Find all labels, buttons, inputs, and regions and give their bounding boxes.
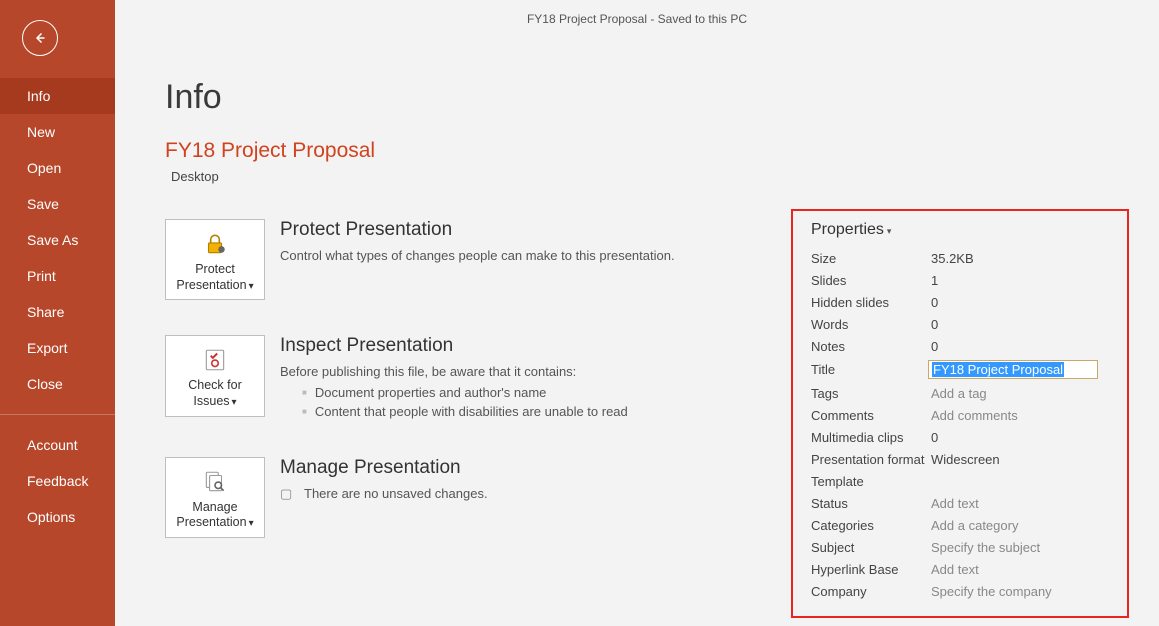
prop-value: 0 — [931, 339, 938, 354]
prop-label: Multimedia clips — [811, 430, 931, 445]
chevron-down-icon: ▾ — [232, 397, 237, 410]
prop-label: Slides — [811, 273, 931, 288]
prop-label: Tags — [811, 386, 931, 401]
prop-value-placeholder[interactable]: Add text — [931, 496, 979, 511]
nav-item-close[interactable]: Close — [0, 366, 115, 402]
prop-label: Notes — [811, 339, 931, 354]
prop-row-comments: CommentsAdd comments — [811, 404, 1115, 426]
prop-label: Hyperlink Base — [811, 562, 931, 577]
protect-title: Protect Presentation — [280, 219, 675, 241]
nav-item-export[interactable]: Export — [0, 330, 115, 366]
back-button[interactable] — [22, 20, 58, 56]
document-title: FY18 Project Proposal — [165, 139, 1159, 163]
chevron-down-icon: ▾ — [249, 281, 254, 294]
prop-value: 0 — [931, 430, 938, 445]
document-search-icon — [170, 468, 260, 496]
manage-presentation-button[interactable]: Manage Presentation▾ — [165, 457, 265, 538]
prop-value-placeholder[interactable]: Specify the subject — [931, 540, 1040, 555]
prop-row-status: StatusAdd text — [811, 492, 1115, 514]
nav-item-account[interactable]: Account — [0, 427, 115, 463]
prop-value: Widescreen — [931, 452, 1000, 467]
prop-row-hidden-slides: Hidden slides0 — [811, 291, 1115, 313]
nav-item-info[interactable]: Info — [0, 78, 115, 114]
prop-row-template: Template — [811, 470, 1115, 492]
prop-row-multimedia-clips: Multimedia clips0 — [811, 426, 1115, 448]
nav-item-feedback[interactable]: Feedback — [0, 463, 115, 499]
prop-row-words: Words0 — [811, 313, 1115, 335]
nav-divider — [0, 414, 115, 415]
prop-row-title: TitleFY18 Project Proposal — [811, 357, 1115, 382]
prop-value: 0 — [931, 295, 938, 310]
prop-label: Comments — [811, 408, 931, 423]
inspect-desc: Before publishing this file, be aware th… — [280, 363, 628, 382]
prop-label: Subject — [811, 540, 931, 555]
properties-panel: Properties▾ Size35.2KBSlides1Hidden slid… — [791, 209, 1129, 618]
prop-label: Size — [811, 251, 931, 266]
nav-item-saveas[interactable]: Save As — [0, 222, 115, 258]
prop-row-presentation-format: Presentation formatWidescreen — [811, 448, 1115, 470]
title-input[interactable]: FY18 Project Proposal — [928, 360, 1098, 379]
prop-row-notes: Notes0 — [811, 335, 1115, 357]
prop-value-placeholder[interactable]: Add a category — [931, 518, 1018, 533]
nav-item-save[interactable]: Save — [0, 186, 115, 222]
inspect-bullet: Content that people with disabilities ar… — [302, 403, 628, 422]
prop-value: 35.2KB — [931, 251, 974, 266]
nav-item-print[interactable]: Print — [0, 258, 115, 294]
prop-label: Status — [811, 496, 931, 511]
nav-item-options[interactable]: Options — [0, 499, 115, 535]
prop-value-placeholder[interactable]: Add text — [931, 562, 979, 577]
prop-row-size: Size35.2KB — [811, 247, 1115, 269]
lock-icon — [170, 230, 260, 258]
prop-row-categories: CategoriesAdd a category — [811, 514, 1115, 536]
checklist-icon — [170, 346, 260, 374]
nav-item-new[interactable]: New — [0, 114, 115, 150]
window-titlebar: FY18 Project Proposal - Saved to this PC — [115, 0, 1159, 26]
prop-label: Categories — [811, 518, 931, 533]
save-status: Saved to this PC — [658, 12, 747, 26]
prop-value-placeholder[interactable]: Add comments — [931, 408, 1018, 423]
chevron-down-icon: ▾ — [887, 226, 892, 236]
backstage-main: FY18 Project Proposal - Saved to this PC… — [115, 0, 1159, 626]
inspect-title: Inspect Presentation — [280, 335, 628, 357]
prop-value-placeholder[interactable]: Specify the company — [931, 584, 1052, 599]
chevron-down-icon: ▾ — [249, 518, 254, 531]
properties-dropdown[interactable]: Properties▾ — [811, 221, 1115, 239]
check-for-issues-button[interactable]: Check for Issues▾ — [165, 335, 265, 416]
document-location: Desktop — [171, 169, 1159, 184]
nav-item-open[interactable]: Open — [0, 150, 115, 186]
prop-row-subject: SubjectSpecify the subject — [811, 536, 1115, 558]
manage-title: Manage Presentation — [280, 457, 488, 479]
prop-value: 1 — [931, 273, 938, 288]
nav-item-share[interactable]: Share — [0, 294, 115, 330]
prop-value: 0 — [931, 317, 938, 332]
prop-row-slides: Slides1 — [811, 269, 1115, 291]
backstage-sidebar: InfoNewOpenSaveSave AsPrintShareExportCl… — [0, 0, 115, 626]
protect-presentation-button[interactable]: Protect Presentation▾ — [165, 219, 265, 300]
prop-row-company: CompanySpecify the company — [811, 580, 1115, 602]
prop-label: Title — [811, 362, 931, 377]
prop-label: Presentation format — [811, 452, 931, 467]
inspect-bullet-list: Document properties and author's nameCon… — [280, 384, 628, 422]
prop-label: Words — [811, 317, 931, 332]
page-heading: Info — [165, 78, 1159, 117]
prop-row-hyperlink-base: Hyperlink BaseAdd text — [811, 558, 1115, 580]
prop-value-placeholder[interactable]: Add a tag — [931, 386, 987, 401]
document-icon: ▢ — [280, 485, 296, 504]
arrow-left-icon — [31, 29, 49, 47]
prop-row-tags: TagsAdd a tag — [811, 382, 1115, 404]
manage-desc: There are no unsaved changes. — [304, 486, 488, 501]
prop-label: Template — [811, 474, 931, 489]
protect-desc: Control what types of changes people can… — [280, 247, 675, 266]
prop-label: Company — [811, 584, 931, 599]
prop-label: Hidden slides — [811, 295, 931, 310]
doc-filename: FY18 Project Proposal — [527, 12, 647, 26]
inspect-bullet: Document properties and author's name — [302, 384, 628, 403]
